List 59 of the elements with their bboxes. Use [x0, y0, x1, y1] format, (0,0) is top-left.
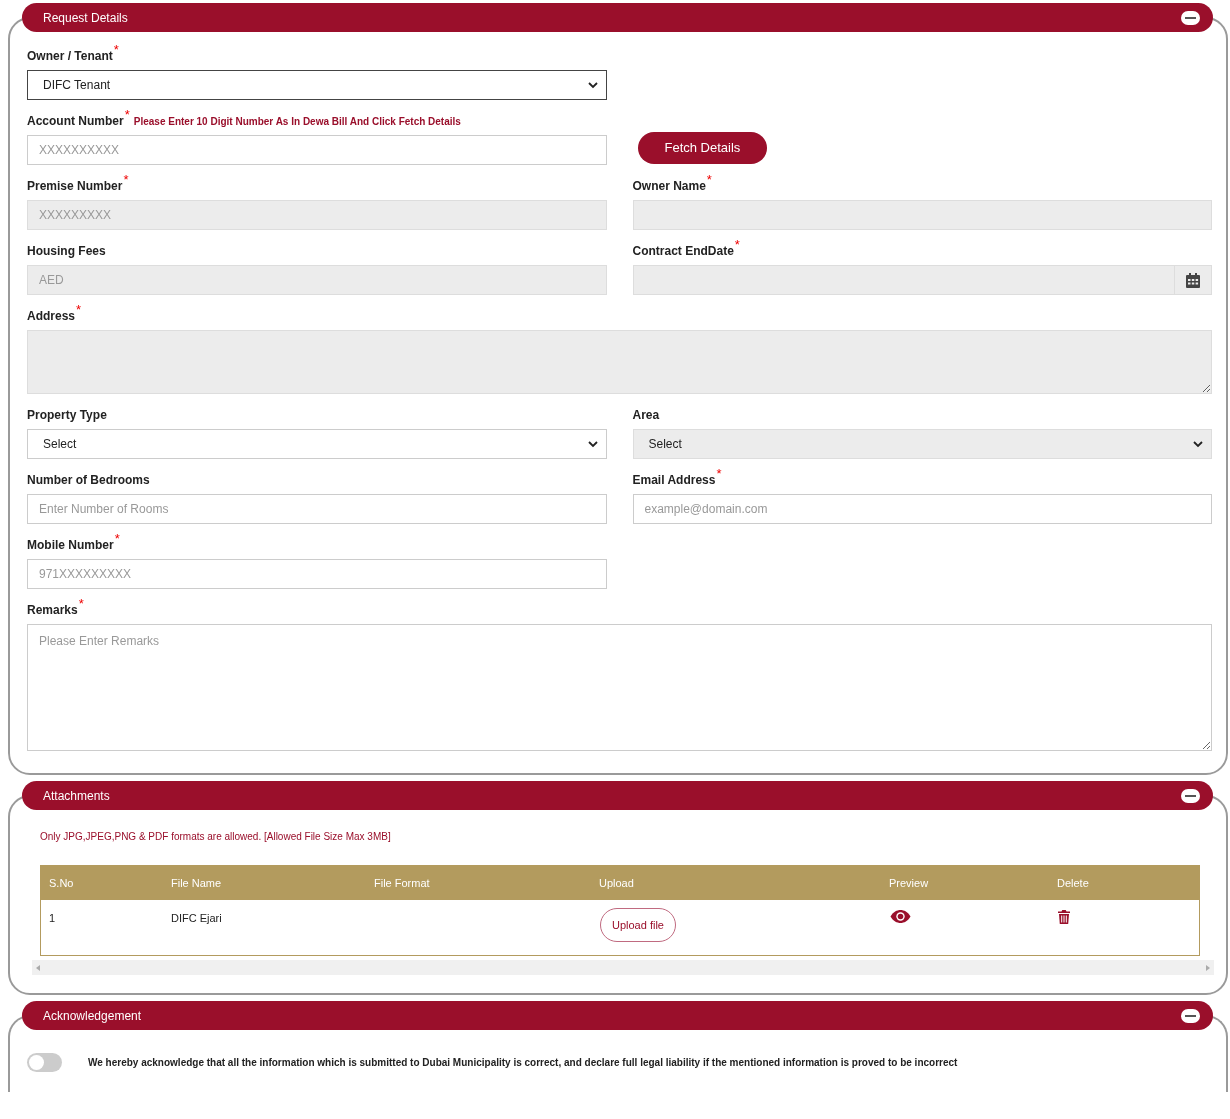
- acknowledgement-text: We hereby acknowledge that all the information which is submitted to Dubai Municipality is correct, and declare full legal liability if the mentioned information is proved to be incorrect: [88, 1056, 958, 1070]
- scroll-left-icon[interactable]: [36, 964, 40, 971]
- field-label: Area: [632, 407, 660, 424]
- horizontal-scrollbar[interactable]: [32, 960, 1214, 975]
- field-label: Owner Name: [632, 178, 706, 195]
- table-cell-text: DIFC Ejari: [171, 911, 223, 926]
- field-label: Mobile Number: [27, 537, 114, 554]
- field-label: Email Address: [632, 472, 716, 489]
- section-header[interactable]: Attachments: [22, 781, 1213, 810]
- preview-icon[interactable]: [890, 910, 911, 923]
- collapse-icon[interactable]: [1181, 1008, 1200, 1023]
- field-label: Property Type: [27, 407, 107, 424]
- field-label: Premise Number: [27, 178, 123, 195]
- field-label: Remarks: [27, 602, 78, 619]
- required-mark: *: [113, 45, 119, 55]
- fetch-details-button[interactable]: Fetch Details: [637, 131, 768, 164]
- scroll-right-icon[interactable]: [1206, 964, 1210, 971]
- required-mark: *: [716, 469, 722, 479]
- required-mark: *: [114, 534, 120, 544]
- required-mark: *: [76, 305, 82, 315]
- table-cell-text: 1: [49, 911, 57, 926]
- column-header: File Format: [374, 875, 431, 891]
- column-header: File Name: [171, 875, 223, 891]
- field-hint: Please Enter 10 Digit Number As In Dewa Bill And Click Fetch Details: [133, 115, 461, 129]
- input-field[interactable]: Enter Number of Rooms: [27, 494, 607, 524]
- field-label: Contract EndDate: [632, 243, 734, 260]
- column-header: Preview: [889, 875, 930, 891]
- column-header: S.No: [49, 875, 75, 891]
- field-label: Address: [27, 308, 76, 325]
- required-mark: *: [706, 175, 712, 185]
- section-title: Request Details: [43, 9, 128, 27]
- collapse-icon[interactable]: [1181, 788, 1200, 803]
- select-field[interactable]: Select: [27, 429, 607, 459]
- format-note: Only JPG,JPEG,PNG & PDF formats are allowed. [Allowed File Size Max 3MB]: [40, 830, 392, 844]
- column-header: Delete: [1057, 875, 1090, 891]
- required-mark: *: [123, 175, 129, 185]
- required-mark: *: [734, 240, 740, 250]
- field-label: Account Number: [27, 113, 124, 130]
- delete-icon[interactable]: [1058, 910, 1070, 924]
- section-title: Acknowledgement: [43, 1007, 142, 1025]
- collapse-icon[interactable]: [1181, 10, 1200, 25]
- field-label: Owner / Tenant: [27, 48, 113, 65]
- section-title: Attachments: [43, 787, 110, 805]
- section-header[interactable]: Acknowledgement: [22, 1001, 1213, 1030]
- input-field[interactable]: 971XXXXXXXXX: [27, 559, 607, 589]
- required-mark: *: [124, 110, 130, 120]
- input-field[interactable]: XXXXXXXXXX: [27, 135, 607, 165]
- section-header[interactable]: Request Details: [22, 3, 1213, 32]
- toggle-switch[interactable]: [27, 1053, 62, 1072]
- select-field[interactable]: DIFC Tenant: [27, 70, 607, 100]
- chevron-icon: [587, 440, 598, 448]
- column-header: Upload: [599, 875, 635, 891]
- input-field[interactable]: example@domain.com: [632, 494, 1212, 524]
- field-label: Housing Fees: [27, 243, 106, 260]
- chevron-icon: [587, 81, 598, 89]
- chevron-icon: [1193, 440, 1203, 448]
- required-mark: *: [78, 599, 84, 609]
- text-area[interactable]: Please Enter Remarks: [27, 624, 1212, 751]
- field-label: Number of Bedrooms: [27, 472, 150, 489]
